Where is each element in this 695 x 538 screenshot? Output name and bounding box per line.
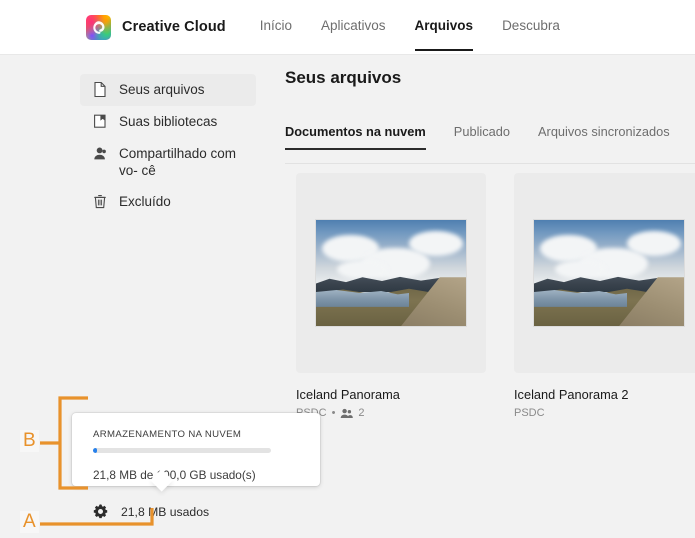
file-card[interactable]: Iceland Panorama PSDC • 2	[296, 173, 486, 419]
file-name: Iceland Panorama 2	[514, 387, 629, 402]
annotation-badge-b: B	[20, 430, 39, 452]
meta-separator: •	[331, 407, 336, 419]
creative-cloud-logo-icon	[86, 14, 111, 40]
sidebar-item-label: Suas bibliotecas	[119, 114, 218, 129]
sidebar-item-label: Excluído	[119, 194, 171, 209]
gear-icon[interactable]	[92, 503, 109, 520]
main-content: Seus arquivos Documentos na nuvem Public…	[285, 68, 695, 419]
sidebar-item-suas-bibliotecas[interactable]: Suas bibliotecas	[80, 106, 256, 138]
tabs-divider	[285, 163, 695, 164]
storage-tooltip-title: ARMAZENAMENTO NA NUVEM	[93, 429, 242, 440]
sidebar-item-label: Compartilhado com vo- cê	[119, 146, 237, 178]
shared-count: 2	[358, 407, 365, 419]
nav-item-aplicativos[interactable]: Aplicativos	[321, 18, 386, 36]
tab-bar: Documentos na nuvem Publicado Arquivos s…	[285, 124, 695, 150]
file-card[interactable]: Iceland Panorama 2 PSDC	[514, 173, 695, 419]
storage-usage-text: 21,8 MB de 100,0 GB usado(s)	[93, 468, 256, 482]
file-meta: PSDC	[514, 407, 695, 419]
file-thumbnail[interactable]	[514, 173, 695, 373]
file-format: PSDC	[514, 407, 545, 419]
tab-documentos-na-nuvem[interactable]: Documentos na nuvem	[285, 124, 426, 150]
storage-progress-bar	[93, 448, 271, 453]
storage-progress-fill	[93, 448, 97, 453]
file-name: Iceland Panorama	[296, 387, 400, 402]
app-header: Creative Cloud Início Aplicativos Arquiv…	[0, 0, 695, 55]
nav-item-descubra[interactable]: Descubra	[502, 18, 560, 36]
sidebar-item-compartilhado-com-voce[interactable]: Compartilhado com vo- cê	[80, 138, 256, 186]
tab-publicado[interactable]: Publicado	[454, 124, 510, 150]
nav-item-inicio[interactable]: Início	[260, 18, 292, 36]
sidebar: Seus arquivos Suas bibliotecas Compartil…	[80, 74, 256, 218]
file-grid: Iceland Panorama PSDC • 2	[296, 173, 695, 419]
file-thumbnail[interactable]	[296, 173, 486, 373]
people-icon	[341, 408, 354, 418]
sidebar-item-seus-arquivos[interactable]: Seus arquivos	[80, 74, 256, 106]
nav-item-arquivos[interactable]: Arquivos	[414, 18, 473, 51]
brand: Creative Cloud	[86, 14, 226, 40]
person-icon	[94, 147, 106, 160]
top-navigation: Início Aplicativos Arquivos Descubra	[260, 18, 560, 51]
trash-icon	[94, 195, 106, 209]
creative-cloud-files-screen: Creative Cloud Início Aplicativos Arquiv…	[0, 0, 695, 538]
storage-tooltip: ARMAZENAMENTO NA NUVEM 21,8 MB de 100,0 …	[72, 413, 320, 486]
iceland-panorama-2-image	[533, 219, 685, 327]
sidebar-item-excluido[interactable]: Excluído	[80, 186, 256, 218]
tab-arquivos-sincronizados[interactable]: Arquivos sincronizados	[538, 124, 670, 150]
page-title: Seus arquivos	[285, 68, 402, 87]
library-icon	[94, 114, 106, 128]
brand-name: Creative Cloud	[122, 19, 226, 35]
iceland-panorama-image	[315, 219, 467, 327]
annotation-badge-a: A	[20, 511, 39, 533]
sidebar-item-label: Seus arquivos	[119, 82, 205, 97]
file-icon	[94, 81, 106, 98]
file-meta: PSDC • 2	[296, 407, 486, 419]
storage-summary-row[interactable]: 21,8 MB usados	[92, 503, 209, 520]
storage-summary-text: 21,8 MB usados	[121, 504, 210, 519]
